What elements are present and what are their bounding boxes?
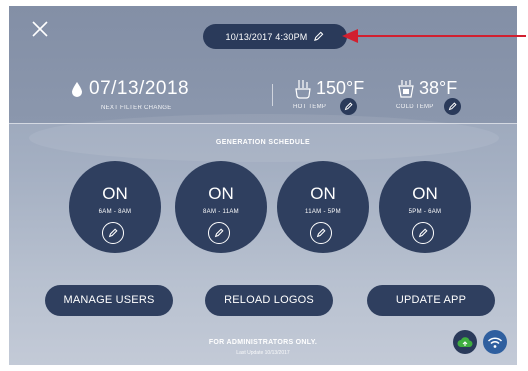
status-divider [9, 123, 517, 124]
admin-note: FOR ADMINISTRATORS ONLY. [208, 339, 318, 346]
pencil-icon [108, 228, 118, 238]
cold-temp-edit-button[interactable] [444, 98, 461, 115]
pencil-icon [418, 228, 428, 238]
slot-edit-button[interactable] [412, 222, 434, 244]
pencil-icon [214, 228, 224, 238]
schedule-slot-2[interactable]: ON 8AM - 11AM [175, 161, 267, 253]
cold-cup-icon [398, 79, 414, 98]
status-separator [272, 84, 273, 106]
slot-range: 8AM - 11AM [203, 209, 239, 215]
datetime-text: 10/13/2017 4:30PM [225, 31, 308, 42]
close-button[interactable] [31, 20, 49, 38]
slot-state: ON [102, 184, 128, 203]
slot-state: ON [412, 184, 438, 203]
hot-temp: 150°F [294, 78, 364, 99]
slot-range: 5PM - 6AM [408, 209, 442, 215]
pencil-icon[interactable] [313, 31, 324, 42]
close-icon [32, 21, 48, 37]
hot-tap-icon [295, 79, 311, 99]
slot-range: 6AM - 8AM [98, 209, 132, 215]
cloud-upload-icon [457, 336, 473, 347]
schedule-title: GENERATION SCHEDULE [215, 139, 311, 146]
slot-state: ON [208, 184, 234, 203]
reload-logos-button[interactable]: RELOAD LOGOS [205, 285, 333, 316]
hot-temp-edit-button[interactable] [340, 98, 357, 115]
pencil-icon [344, 102, 353, 111]
pencil-icon [448, 102, 457, 111]
wifi-button[interactable] [483, 330, 507, 354]
wifi-icon [487, 336, 503, 348]
datetime-pill[interactable]: 10/13/2017 4:30PM [203, 24, 347, 49]
slot-range: 11AM - 5PM [305, 209, 341, 215]
filter-date: 07/13/2018 [71, 78, 189, 100]
schedule-slot-3[interactable]: ON 11AM - 5PM [277, 161, 369, 253]
hot-temp-label: HOT TEMP [293, 104, 327, 110]
last-update: Last Update 10/13/2017 [236, 350, 290, 356]
filter-label: NEXT FILTER CHANGE [101, 105, 172, 111]
cold-temp-value: 38°F [419, 78, 458, 98]
cold-temp: 38°F [397, 78, 457, 99]
slot-state: ON [310, 184, 336, 203]
slot-edit-button[interactable] [102, 222, 124, 244]
schedule-slot-1[interactable]: ON 6AM - 8AM [69, 161, 161, 253]
background-swoosh [29, 114, 499, 162]
manage-users-button[interactable]: MANAGE USERS [45, 285, 173, 316]
slot-edit-button[interactable] [310, 222, 332, 244]
cold-temp-label: COLD TEMP [396, 104, 434, 110]
schedule-slot-4[interactable]: ON 5PM - 6AM [379, 161, 471, 253]
update-app-button[interactable]: UPDATE APP [367, 285, 495, 316]
slot-edit-button[interactable] [208, 222, 230, 244]
cloud-sync-button[interactable] [453, 330, 477, 354]
water-drop-icon [72, 81, 82, 97]
pencil-icon [316, 228, 326, 238]
hot-temp-value: 150°F [316, 78, 365, 98]
admin-screen: 10/13/2017 4:30PM 07/13/2018 NEXT FILTER… [9, 6, 517, 365]
annotation-arrow [342, 29, 526, 43]
filter-date-value: 07/13/2018 [89, 78, 190, 99]
